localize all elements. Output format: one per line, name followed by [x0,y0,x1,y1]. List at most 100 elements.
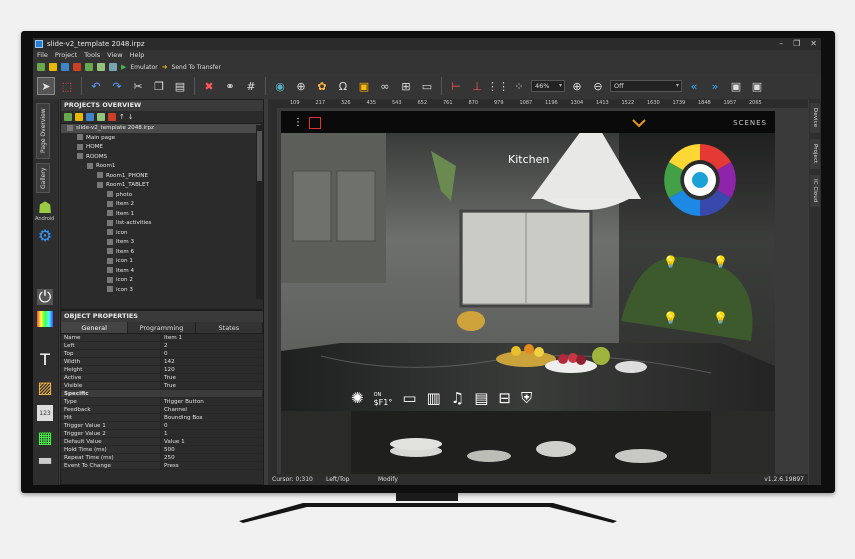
device-icon[interactable]: ⚙ [37,226,53,245]
emulator-button[interactable]: Emulator [130,64,157,71]
export-icon[interactable] [97,63,105,71]
add-page-icon[interactable] [64,113,72,121]
multi-select-icon[interactable]: ⬚ [58,77,76,95]
property-row[interactable]: Name Item 1 [61,334,263,342]
property-row[interactable]: Trigger Value 10 [61,422,263,430]
omega-icon[interactable]: Ω [334,77,352,95]
color-wheel[interactable] [662,142,738,218]
copy-icon[interactable]: ❐ [150,77,168,95]
tree-item[interactable]: HOME [61,143,103,152]
menu-file[interactable]: File [37,50,48,61]
move-up-icon[interactable]: ↑ [119,113,125,121]
cut-icon[interactable]: ✂ [129,77,147,95]
property-row[interactable]: Active True [61,374,263,382]
fullscreen-icon[interactable]: ▣ [748,77,766,95]
design-canvas[interactable]: 109 217 326 435 543 652 761 870 979 1087 1196 1304 1… [268,99,808,477]
maximize-button[interactable]: ❐ [793,38,800,50]
close-button[interactable]: ✕ [810,38,817,50]
property-row[interactable]: Type Trigger Button [61,398,263,406]
bulb-icon[interactable]: ✺ [351,389,364,407]
tree-item[interactable]: list-activities [61,219,151,228]
fit-screen-icon[interactable]: ▣ [727,77,745,95]
grid-icon[interactable]: # [242,77,260,95]
tree-item[interactable]: Item 2 [61,200,134,209]
property-row[interactable]: Feedback Channel [61,406,263,414]
tree-item[interactable]: icon 1 [61,257,133,266]
tab-ic-cloud[interactable]: IC Cloud [810,175,820,207]
lightbulb-icon[interactable]: 💡 [663,311,678,325]
property-value[interactable]: 0 [161,422,263,429]
network-icon[interactable]: ⊕ [292,77,310,95]
redo-icon[interactable]: ↷ [108,77,126,95]
property-value[interactable]: Trigger Button [161,398,263,405]
property-row[interactable]: Hit Bounding Box [61,414,263,422]
tab-general[interactable]: General [61,322,129,333]
android-icon[interactable]: ☗ [37,198,53,217]
new-project-icon[interactable] [37,63,45,71]
previous-page-icon[interactable]: « [685,77,703,95]
tree-item[interactable]: Item 3 [61,238,134,247]
globe-icon[interactable]: ◉ [271,77,289,95]
add-popup-icon[interactable] [75,113,83,121]
tree-item[interactable]: photo [61,191,132,200]
play-icon[interactable]: ▶ [121,63,126,71]
list-icon[interactable]: ▦ [37,428,53,447]
numeric-icon[interactable]: 123 [37,405,53,421]
property-row[interactable]: Left 2 [61,342,263,350]
tab-device[interactable]: Device [810,103,820,133]
hierarchy-icon[interactable]: ⊞ [397,77,415,95]
save-icon[interactable] [61,63,69,71]
property-value[interactable]: 0 [161,350,263,357]
tab-page-overview[interactable]: Page Overview [36,103,50,159]
security-shield-icon[interactable]: ⛨ [521,389,532,407]
import-icon[interactable] [85,63,93,71]
distribute-icon[interactable]: ⋮⋮ [487,77,509,95]
lightbulb-icon[interactable]: 💡 [713,311,728,325]
tree-item[interactable]: Room1_PHONE [61,172,148,181]
minimize-button[interactable]: – [779,38,783,50]
blinds-icon[interactable]: ▤ [474,389,488,407]
property-value[interactable]: Bounding Box [161,414,263,421]
lightbulb-icon[interactable]: 💡 [663,255,678,269]
frame-icon[interactable]: ▭ [418,77,436,95]
zoom-out-icon[interactable]: ⊖ [589,77,607,95]
close-project-icon[interactable] [73,63,81,71]
tree-item[interactable]: Main page [61,134,115,143]
js-script-icon[interactable]: ▣ [355,77,373,95]
delete-icon[interactable]: ✖ [200,77,218,95]
next-page-icon[interactable]: » [706,77,724,95]
menu-dots-icon[interactable]: ⋮ [293,117,303,128]
plugin-icon[interactable]: ✿ [313,77,331,95]
property-value[interactable]: Press [161,462,263,469]
text-icon[interactable]: T [37,350,53,369]
tree-item[interactable]: icon 2 [61,276,133,285]
menu-project[interactable]: Project [55,50,77,61]
tree-item[interactable]: Room1_TABLET [61,181,149,190]
tab-project[interactable]: Project [810,139,820,169]
snap-grid-icon[interactable]: ⁘ [510,77,528,95]
property-value[interactable]: 500 [161,446,263,453]
window-shade-icon[interactable]: ⊟ [498,389,511,407]
color-picker-icon[interactable] [37,311,53,327]
tree-item[interactable]: Item 4 [61,267,134,276]
selection-handle[interactable] [309,117,321,129]
property-row[interactable]: Visible True [61,382,263,390]
zoom-in-icon[interactable]: ⊕ [568,77,586,95]
thermostat-widget[interactable]: ON $F1° [374,390,393,407]
select-pointer-icon[interactable]: ➤ [37,77,55,95]
property-row[interactable]: Width 142 [61,358,263,366]
send-to-transfer-button[interactable]: Send To Transfer [172,64,221,71]
property-row[interactable]: Event To Change Press [61,462,263,470]
chevron-down-icon[interactable] [631,118,647,128]
slider-icon[interactable]: ▬ [37,450,53,469]
tree-item[interactable]: slide-v2_template 2048.irpz [61,124,261,133]
property-value[interactable]: Item 1 [161,334,263,341]
align-left-icon[interactable]: ⊢ [447,77,465,95]
property-value[interactable]: 120 [161,366,263,373]
property-value[interactable]: True [161,382,263,389]
music-player-icon[interactable]: ▥ [427,389,441,407]
property-value[interactable]: 250 [161,454,263,461]
image-icon[interactable]: ▨ [37,378,53,397]
property-value[interactable]: 2 [161,342,263,349]
tree-scrollbar[interactable] [256,125,263,299]
